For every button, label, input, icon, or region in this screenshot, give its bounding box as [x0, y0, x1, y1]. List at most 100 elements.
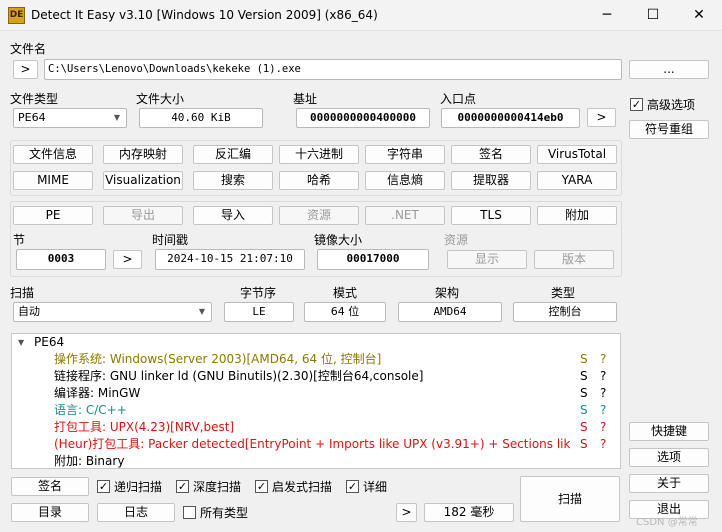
signature-link[interactable]: S	[580, 402, 588, 419]
info-link[interactable]: ?	[600, 436, 606, 453]
signature-link[interactable]: S	[580, 419, 588, 436]
app-icon: DE	[8, 7, 25, 24]
resources-button[interactable]: 资源	[279, 206, 359, 225]
advanced-label: 高级选项	[647, 98, 696, 112]
chevron-down-icon: ▼	[198, 307, 205, 316]
disasm-button[interactable]: 反汇编	[193, 145, 273, 164]
memory-map-button[interactable]: 内存映射	[103, 145, 183, 164]
result-row[interactable]: 链接程序: GNU linker ld (GNU Binutils)(2.30)…	[12, 368, 620, 385]
about-button[interactable]: 关于	[629, 474, 709, 493]
minimize-button[interactable]: ─	[584, 0, 630, 31]
file-path-field[interactable]: C:\Users\Lenovo\Downloads\kekeke (1).exe	[44, 59, 622, 80]
tls-button[interactable]: TLS	[451, 206, 531, 225]
info-link[interactable]: ?	[600, 419, 606, 436]
yara-button[interactable]: YARA	[537, 171, 617, 190]
recursive-checkbox[interactable]: ✓	[97, 480, 110, 493]
image-size-label: 镜像大小	[314, 233, 363, 247]
visualization-button[interactable]: Visualization	[103, 171, 183, 190]
path-menu-button[interactable]: >	[13, 60, 38, 79]
info-link[interactable]: ?	[600, 368, 606, 385]
rebuild-symbols-button[interactable]: 符号重组	[629, 120, 709, 139]
pe-button[interactable]: PE	[13, 206, 93, 225]
mode-field: 64 位	[304, 302, 386, 322]
signature-link[interactable]: S	[580, 368, 588, 385]
all-types-checkbox[interactable]	[183, 506, 196, 519]
signatures-button[interactable]: 签名	[11, 477, 89, 496]
entry-point-button[interactable]: >	[587, 108, 616, 127]
result-text: 打包工具: UPX(4.23)[NRV,best]	[54, 420, 235, 434]
hash-button[interactable]: 哈希	[279, 171, 359, 190]
info-link[interactable]: ?	[600, 402, 606, 419]
result-row[interactable]: 语言: C/C++ S?	[12, 402, 620, 419]
result-row[interactable]: 操作系统: Windows(Server 2003)[AMD64, 64 位, …	[12, 351, 620, 368]
heuristic-checkbox[interactable]: ✓	[255, 480, 268, 493]
options-button[interactable]: 选项	[629, 448, 709, 467]
virustotal-button[interactable]: VirusTotal	[537, 145, 617, 164]
scan-button[interactable]: 扫描	[520, 476, 620, 522]
watermark: CSDN @常常	[636, 517, 698, 528]
scan-mode-value: 自动	[18, 305, 40, 318]
heuristic-label: 启发式扫描	[272, 480, 333, 494]
result-row[interactable]: 编译器: MinGW S?	[12, 385, 620, 402]
verbose-checkbox[interactable]: ✓	[346, 480, 359, 493]
result-row[interactable]: (Heur)打包工具: Packer detected[EntryPoint +…	[12, 436, 620, 453]
deep-scan-checkbox[interactable]: ✓	[176, 480, 189, 493]
endian-label: 字节序	[240, 286, 277, 300]
overlay-button[interactable]: 附加	[537, 206, 617, 225]
base-address-field: 0000000000400000	[296, 108, 430, 128]
entry-point-label: 入口点	[440, 92, 477, 106]
imports-button[interactable]: 导入	[193, 206, 273, 225]
close-button[interactable]: ✕	[676, 0, 722, 31]
file-info-button[interactable]: 文件信息	[13, 145, 93, 164]
maximize-button[interactable]: ☐	[630, 0, 676, 31]
shortcuts-button[interactable]: 快捷键	[629, 422, 709, 441]
window-title: Detect It Easy v3.10 [Windows 10 Version…	[31, 8, 378, 22]
browse-button[interactable]: ...	[629, 60, 709, 79]
file-name-label: 文件名	[10, 42, 47, 56]
mode-label: 模式	[333, 286, 358, 300]
signature-link[interactable]: S	[580, 351, 588, 368]
info-link[interactable]: ?	[600, 351, 606, 368]
sections-button[interactable]: >	[113, 250, 142, 269]
base-address-label: 基址	[293, 92, 318, 106]
tree-root-row[interactable]: ▼ PE64	[12, 334, 620, 351]
show-resources-button[interactable]: 显示	[447, 250, 527, 269]
section-label: 节	[13, 233, 26, 247]
scan-time-field: 182 毫秒	[424, 503, 514, 522]
all-types-label: 所有类型	[200, 506, 249, 520]
exports-button[interactable]: 导出	[103, 206, 183, 225]
result-row[interactable]: 附加: Binary	[12, 453, 620, 468]
hex-button[interactable]: 十六进制	[279, 145, 359, 164]
arch-field: AMD64	[398, 302, 502, 322]
scan-mode-select[interactable]: 自动 ▼	[13, 302, 212, 322]
search-button[interactable]: 搜索	[193, 171, 273, 190]
timestamp-label: 时间戳	[152, 233, 189, 247]
result-text: 链接程序: GNU linker ld (GNU Binutils)(2.30)…	[54, 369, 424, 383]
signature-link[interactable]: S	[580, 385, 588, 402]
signatures-button[interactable]: 签名	[451, 145, 531, 164]
info-link[interactable]: ?	[600, 385, 606, 402]
version-button[interactable]: 版本	[534, 250, 614, 269]
file-type-label: 文件类型	[10, 92, 59, 106]
file-type-select[interactable]: PE64 ▼	[13, 108, 127, 128]
dotnet-button[interactable]: .NET	[365, 206, 445, 225]
directory-button[interactable]: 目录	[11, 503, 89, 522]
chevron-down-icon: ▼	[113, 113, 120, 122]
entry-point-field: 0000000000414eb0	[441, 108, 580, 128]
timestamp-field: 2024-10-15 21:07:10	[155, 249, 305, 270]
result-row[interactable]: 打包工具: UPX(4.23)[NRV,best] S?	[12, 419, 620, 436]
strings-button[interactable]: 字符串	[365, 145, 445, 164]
results-tree[interactable]: ▼ PE64 操作系统: Windows(Server 2003)[AMD64,…	[11, 333, 621, 469]
tree-root-label: PE64	[34, 335, 65, 349]
entropy-button[interactable]: 信息熵	[365, 171, 445, 190]
advanced-checkbox[interactable]: ✓	[630, 98, 643, 111]
mime-button[interactable]: MIME	[13, 171, 93, 190]
recursive-label: 递归扫描	[114, 480, 163, 494]
title-bar: DE Detect It Easy v3.10 [Windows 10 Vers…	[0, 0, 722, 31]
file-size-field: 40.60 KiB	[139, 108, 263, 128]
signature-link[interactable]: S	[580, 436, 588, 453]
log-button[interactable]: 日志	[97, 503, 175, 522]
expand-icon[interactable]: ▼	[18, 334, 24, 351]
time-menu-button[interactable]: >	[396, 503, 417, 522]
extractor-button[interactable]: 提取器	[451, 171, 531, 190]
